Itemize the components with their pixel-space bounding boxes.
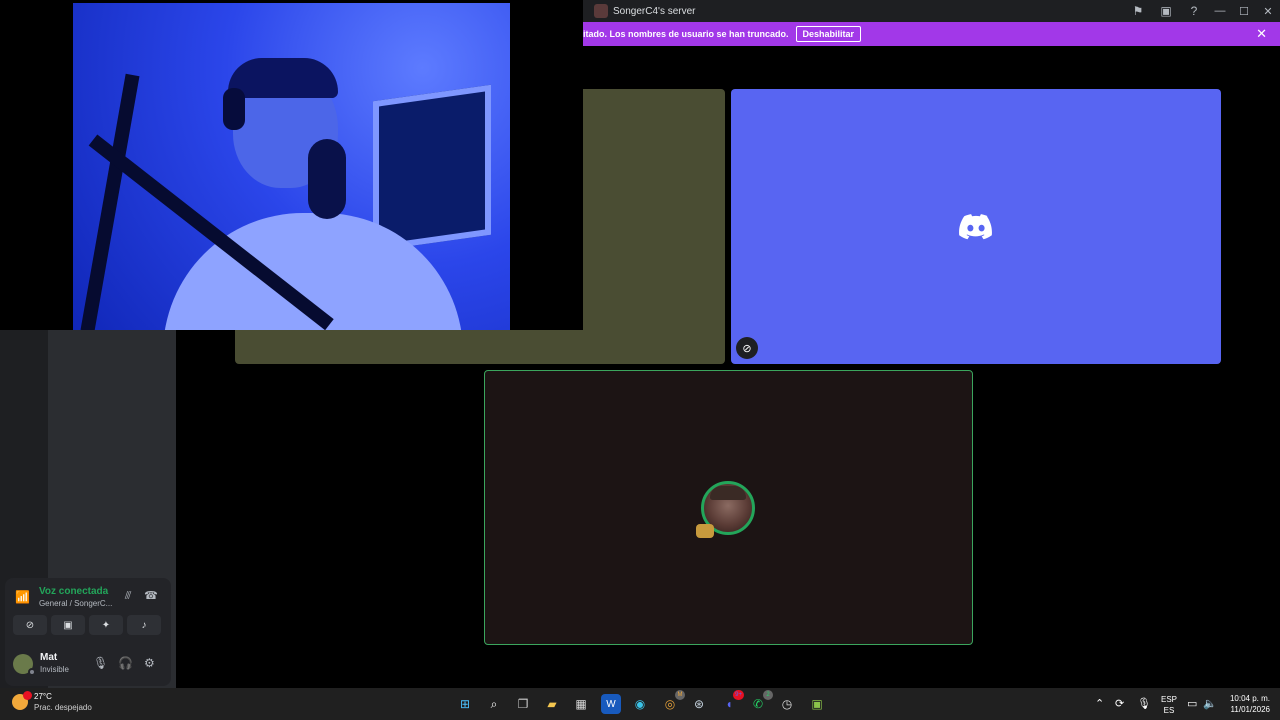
video-tile-discord[interactable]: ⊘	[731, 89, 1221, 364]
clock[interactable]: 10:04 p. m. 11/01/2026	[1224, 693, 1270, 715]
weather-temp: 27°C	[34, 692, 52, 701]
banner-text: itado. Los nombres de usuario se han tru…	[583, 29, 789, 39]
microphone	[308, 139, 346, 219]
room-window	[373, 84, 491, 252]
network-icon[interactable]: ▭	[1187, 697, 1197, 710]
status-indicator	[28, 668, 36, 676]
disable-button[interactable]: Deshabilitar	[795, 26, 862, 42]
settings-gear-icon[interactable]: ⚙	[144, 656, 155, 670]
file-explorer-icon[interactable]: ▰	[542, 694, 562, 714]
search-icon[interactable]: ⌕	[484, 694, 504, 714]
flag-icon[interactable]: ⚑	[1124, 0, 1152, 22]
clock-time: 10:04 p. m.	[1229, 694, 1270, 703]
weather-widget[interactable]: 27°C Prac. despejado	[12, 691, 92, 712]
volume-icon[interactable]: 🔈	[1203, 697, 1217, 710]
camera-toggle-button[interactable]: ⊘	[13, 615, 47, 635]
disconnect-icon[interactable]: ☎	[142, 589, 160, 602]
server-icon	[594, 4, 608, 18]
sync-icon[interactable]: ⟳	[1115, 697, 1124, 710]
avatar-decoration-icon	[696, 524, 714, 538]
lang-secondary: ES	[1163, 706, 1175, 715]
banner-close-icon[interactable]: ✕	[1256, 26, 1267, 42]
screen-share-icon[interactable]: ▣	[1152, 0, 1180, 22]
camera-off-icon: ⊘	[736, 337, 758, 359]
voice-connection-panel: 📶 Voz conectada General / SongerC... ⫻ ☎…	[5, 578, 171, 686]
timer-app-icon[interactable]: ◷	[777, 694, 797, 714]
microphone-icon[interactable]: 🎙	[93, 656, 108, 670]
whatsapp-icon[interactable]: ✆ 2	[748, 690, 773, 714]
activities-button[interactable]: ✦	[89, 615, 123, 635]
voice-status[interactable]: 📶 Voz conectada General / SongerC...	[15, 586, 112, 608]
user-status: Invisible	[40, 665, 69, 674]
title-bar: SongerC4's server ⚑ ▣ ? — ☐ ✕	[583, 0, 1280, 22]
lang-primary: ESP	[1161, 695, 1178, 704]
noise-suppression-icon[interactable]: ⫻	[119, 590, 137, 603]
soundboard-button[interactable]: ♪	[127, 615, 161, 635]
input-language[interactable]: ESP ES	[1161, 694, 1177, 716]
video-tile-user[interactable]	[484, 370, 973, 645]
server-name: SongerC4's server	[613, 5, 696, 17]
steam-icon[interactable]: ⊛	[689, 694, 709, 714]
signal-icon: 📶	[15, 590, 30, 604]
store-icon[interactable]: ▦	[571, 694, 591, 714]
headphones-button-icon[interactable]: 🎧	[118, 656, 133, 670]
voice-status-title: Voz conectada	[38, 586, 109, 597]
screen-share-button[interactable]: ▣	[51, 615, 85, 635]
camera-preview[interactable]	[0, 0, 583, 330]
tray-chevron-icon[interactable]: ⌃	[1095, 697, 1104, 710]
clock-date: 11/01/2026	[1230, 705, 1270, 714]
task-view-icon[interactable]: ❐	[513, 694, 533, 714]
android-app-icon[interactable]: ▣	[807, 694, 827, 714]
maximize-button[interactable]: ☐	[1232, 0, 1256, 22]
start-button-icon[interactable]: ⊞	[455, 694, 475, 714]
headphones-icon	[223, 88, 245, 130]
user-bar: Mat Invisible 🎙 🎧 ⚙	[5, 648, 171, 686]
minimize-button[interactable]: —	[1208, 0, 1232, 22]
discord-app-screen: SongerC4's server ⚑ ▣ ? — ☐ ✕ itado. Los…	[0, 0, 1280, 720]
word-icon[interactable]: W	[601, 694, 621, 714]
help-icon[interactable]: ?	[1180, 0, 1208, 22]
notice-banner: itado. Los nombres de usuario se han tru…	[583, 22, 1280, 46]
chrome-icon[interactable]: ◎ M	[660, 690, 685, 714]
webcam-feed	[73, 3, 510, 330]
voice-channel-path: General / SongerC...	[38, 599, 113, 608]
weather-icon	[12, 691, 32, 710]
close-window-button[interactable]: ✕	[1256, 0, 1280, 22]
discord-logo-icon	[959, 213, 992, 239]
speaking-user-avatar	[696, 481, 755, 538]
username[interactable]: Mat	[40, 652, 57, 663]
windows-taskbar: 27°C Prac. despejado ⊞ ⌕ ❐ ▰ ▦ W ◉ ◎ M ⊛ …	[0, 688, 1280, 720]
edge-icon[interactable]: ◉	[630, 694, 650, 714]
discord-taskbar-icon[interactable]: ◖ 9+	[719, 690, 744, 714]
tray-mic-icon[interactable]: 🎙	[1137, 697, 1151, 710]
weather-desc: Prac. despejado	[34, 703, 92, 712]
